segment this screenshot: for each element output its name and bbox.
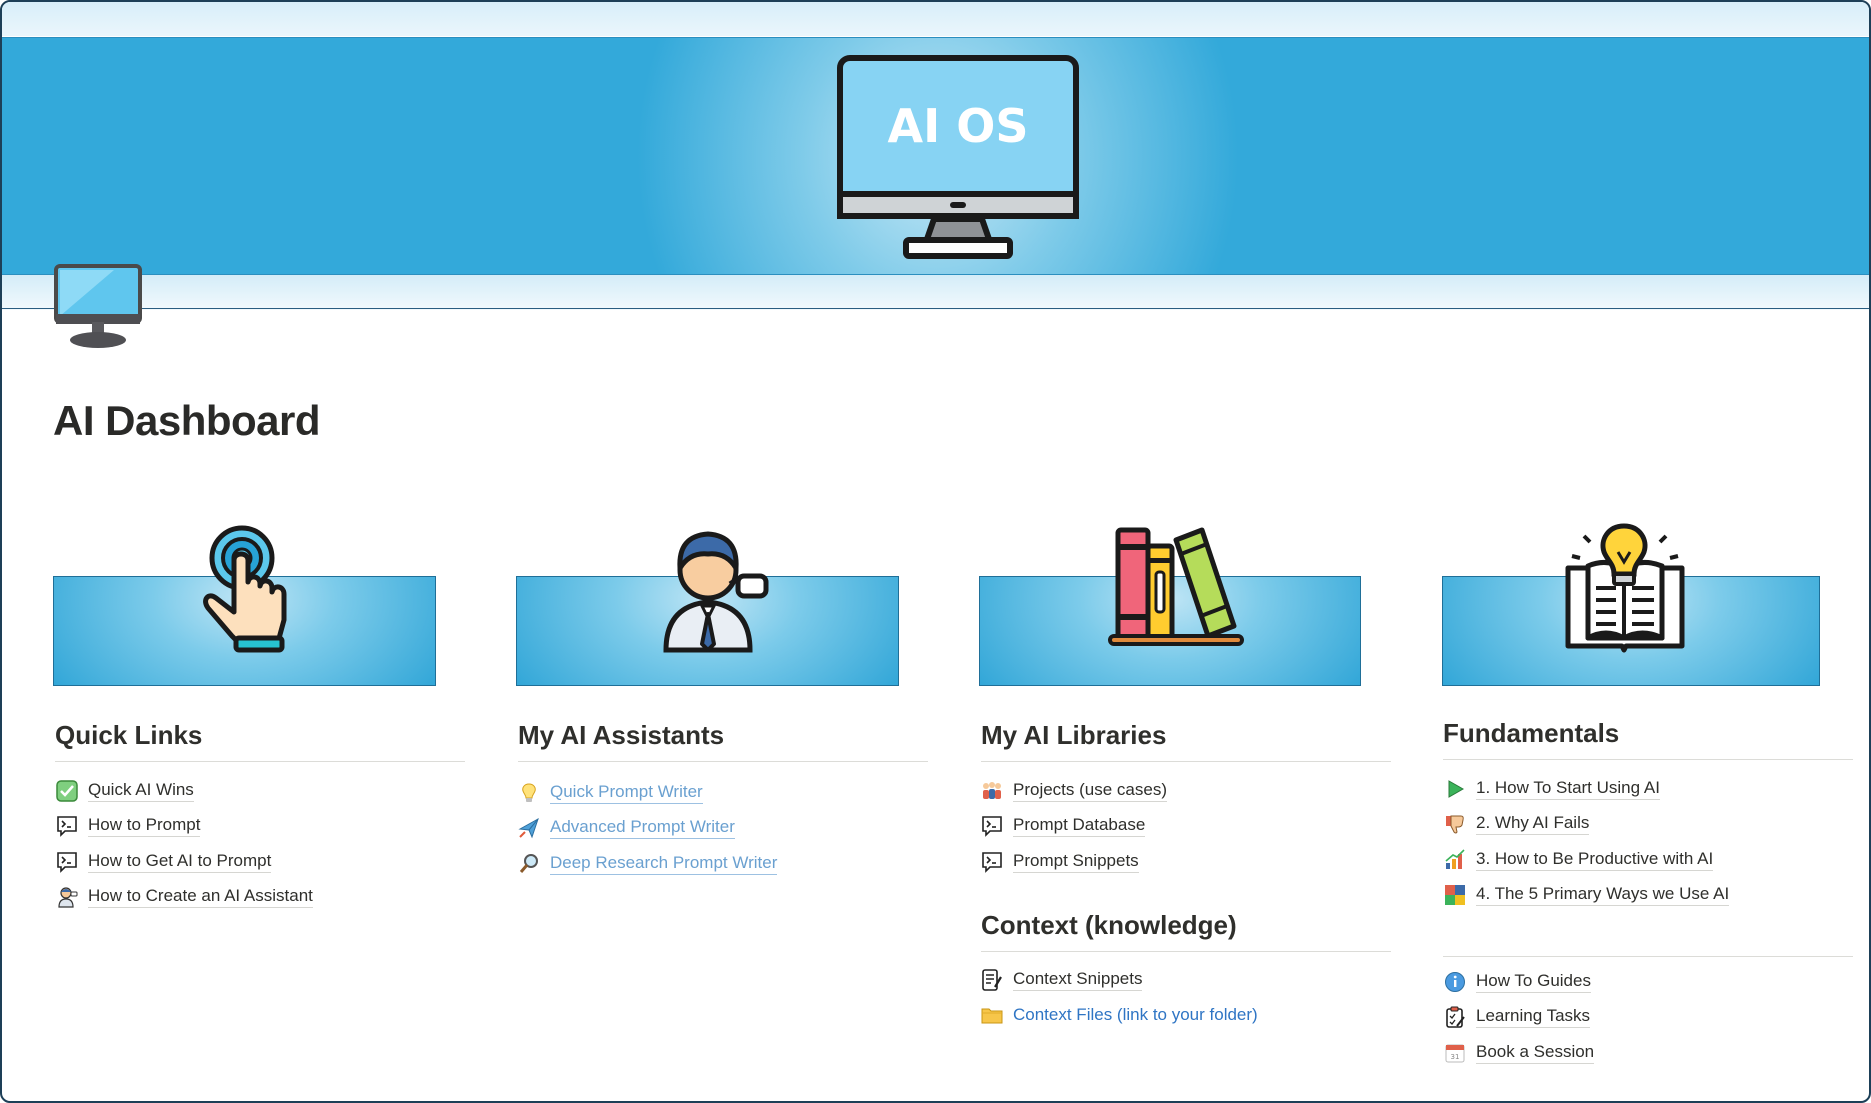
- fundamentals-divider: [1443, 956, 1853, 957]
- list-item-prompt-database[interactable]: Prompt Database: [981, 809, 1167, 845]
- books-icon: [1108, 527, 1244, 646]
- quick-links-heading: Quick Links: [55, 720, 465, 762]
- assistant-person-icon: [663, 531, 769, 653]
- list-item-label: 3. How to Be Productive with AI: [1476, 849, 1714, 871]
- list-item-label: 2. Why AI Fails: [1476, 813, 1590, 836]
- play-icon: [1444, 778, 1466, 800]
- page-icon[interactable]: [54, 264, 142, 350]
- calendar-icon: 31: [1444, 1042, 1466, 1064]
- list-item-label: Context Snippets: [1013, 969, 1143, 991]
- paper-plane-icon: [518, 817, 540, 839]
- list-item-how-to-guides[interactable]: How To Guides: [1444, 964, 1594, 1000]
- terminal-chat-icon: [981, 851, 1003, 873]
- people-icon: [981, 780, 1003, 802]
- list-item-advanced-prompt-writer[interactable]: Advanced Prompt Writer: [518, 811, 777, 847]
- list-item-learning-tasks[interactable]: Learning Tasks: [1444, 1000, 1594, 1036]
- list-item-label: Quick Prompt Writer: [550, 782, 703, 804]
- terminal-chat-icon: [981, 815, 1003, 838]
- list-item-label: Deep Research Prompt Writer: [550, 853, 778, 875]
- document-edit-icon: [981, 968, 1003, 991]
- thumbs-down-icon: [1444, 813, 1466, 835]
- ai-libraries-heading: My AI Libraries: [981, 720, 1391, 762]
- list-item-how-to-get-ai-to-prompt[interactable]: How to Get AI to Prompt: [56, 844, 313, 880]
- cover-image[interactable]: AI OS: [2, 2, 1869, 310]
- list-item-create-ai-assistant[interactable]: How to Create an AI Assistant: [56, 880, 313, 916]
- list-item-label: 4. The 5 Primary Ways we Use AI: [1476, 884, 1730, 907]
- list-item-label: Advanced Prompt Writer: [550, 817, 735, 840]
- clipboard-icon: [1444, 1006, 1466, 1029]
- quick-links-list: Quick AI Wins How to Prompt How to Get A…: [56, 773, 313, 915]
- ai-assistants-list: Quick Prompt Writer Advanced Prompt Writ…: [518, 775, 778, 882]
- check-icon: [56, 780, 78, 802]
- context-list: Context Snippets Context Files (link to …: [981, 962, 1258, 1033]
- page-frame: AI OS AI Dashboard Quick Links Quick AI …: [0, 0, 1871, 1103]
- folder-icon: [981, 1004, 1003, 1026]
- list-item-label: Projects (use cases): [1013, 780, 1167, 802]
- list-item-why-ai-fails[interactable]: 2. Why AI Fails: [1444, 807, 1729, 843]
- list-item-quick-prompt-writer[interactable]: Quick Prompt Writer: [518, 775, 777, 811]
- fundamentals-list: 1. How To Start Using AI 2. Why AI Fails…: [1444, 771, 1730, 914]
- cover-screen-text: AI OS: [888, 99, 1029, 153]
- list-item-5-primary-ways[interactable]: 4. The 5 Primary Ways we Use AI: [1444, 878, 1730, 914]
- list-item-quick-ai-wins[interactable]: Quick AI Wins: [56, 773, 313, 809]
- cover-divider: [2, 308, 1869, 309]
- magnifier-icon: [518, 853, 540, 875]
- chart-up-icon: [1444, 849, 1466, 871]
- monitor-icon: AI OS: [837, 55, 1079, 259]
- terminal-chat-icon: [56, 851, 78, 873]
- lightbulb-icon: [518, 782, 540, 804]
- list-item-prompt-snippets[interactable]: Prompt Snippets: [981, 844, 1167, 880]
- list-item-context-files[interactable]: Context Files (link to your folder): [981, 998, 1258, 1034]
- list-item-label: 1. How To Start Using AI: [1476, 778, 1660, 800]
- page-title: AI Dashboard: [53, 397, 321, 444]
- list-item-label: How To Guides: [1476, 971, 1591, 993]
- list-item-label: How to Prompt: [88, 815, 201, 838]
- fundamentals-resources-list: How To Guides Learning Tasks 31 Book a S…: [1444, 964, 1595, 1071]
- list-item-label: Quick AI Wins: [88, 780, 194, 802]
- list-item-label: Prompt Snippets: [1013, 851, 1139, 873]
- list-item-label: How to Get AI to Prompt: [88, 851, 272, 873]
- fundamentals-heading: Fundamentals: [1443, 718, 1853, 760]
- svg-text:31: 31: [1451, 1053, 1460, 1061]
- list-item-label: Book a Session: [1476, 1042, 1595, 1064]
- list-item-label: How to Create an AI Assistant: [88, 886, 313, 909]
- list-item-be-productive[interactable]: 3. How to Be Productive with AI: [1444, 842, 1729, 878]
- list-item-label: Prompt Database: [1013, 815, 1146, 838]
- list-item-deep-research-prompt-writer[interactable]: Deep Research Prompt Writer: [518, 846, 778, 882]
- list-item-context-snippets[interactable]: Context Snippets: [981, 962, 1258, 998]
- pointer-hand-icon: [203, 525, 287, 653]
- terminal-chat-icon: [56, 815, 78, 838]
- puzzle-icon: [1444, 884, 1466, 906]
- book-lightbulb-icon: [1565, 523, 1685, 653]
- list-item-how-to-prompt[interactable]: How to Prompt: [56, 809, 313, 845]
- list-item-label: Learning Tasks: [1476, 1006, 1591, 1029]
- list-item-label: Context Files (link to your folder): [1013, 1004, 1258, 1024]
- list-item-how-to-start[interactable]: 1. How To Start Using AI: [1444, 771, 1729, 807]
- ai-libraries-list: Projects (use cases) Prompt Database Pro…: [981, 773, 1167, 880]
- list-item-book-session[interactable]: 31 Book a Session: [1444, 1035, 1595, 1071]
- ai-assistants-heading: My AI Assistants: [518, 720, 928, 762]
- info-icon: [1444, 971, 1466, 993]
- context-heading: Context (knowledge): [981, 910, 1391, 952]
- assistant-person-icon: [56, 886, 78, 908]
- list-item-projects[interactable]: Projects (use cases): [981, 773, 1167, 809]
